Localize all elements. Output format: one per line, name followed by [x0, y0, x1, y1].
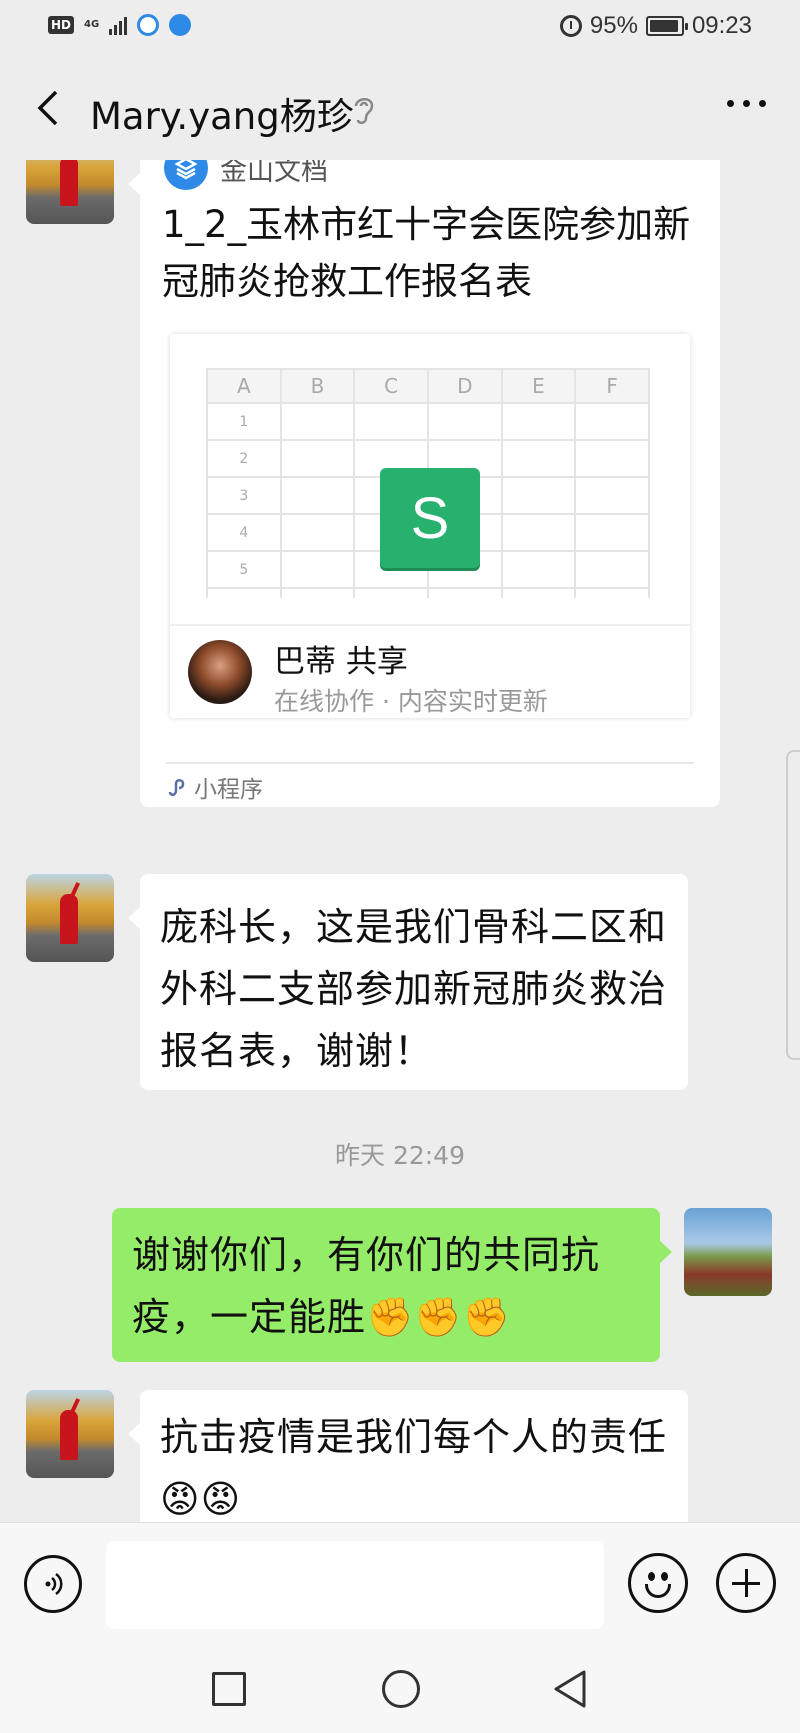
kdocs-logo-icon — [164, 160, 208, 190]
chat-title[interactable]: Mary.yang杨珍 — [90, 86, 354, 140]
more-dot — [727, 100, 734, 107]
signal-icon — [109, 15, 128, 35]
sheet-row-number: 1 — [206, 402, 282, 441]
kdocs-glyph — [174, 160, 198, 180]
sheet-col-header: F — [574, 368, 650, 404]
status-bar: HD 4G 95% 09:23 — [0, 0, 800, 56]
message-text: 庞科长，这是我们骨科二区和外科二支部参加新冠肺炎救治报名表，谢谢！ — [160, 905, 668, 1073]
contact-avatar[interactable] — [26, 1390, 114, 1478]
emoji-icon-eye — [661, 1572, 668, 1581]
sharer-name: 巴蒂 共享 — [274, 644, 408, 680]
sheet-row-number: 2 — [206, 439, 282, 478]
message-bubble-self[interactable]: 谢谢你们，有你们的共同抗疫，一定能胜✊✊✊ — [112, 1208, 672, 1362]
timestamp: 昨天 22:49 — [335, 1141, 465, 1170]
voice-button[interactable] — [24, 1555, 82, 1613]
sheet-row-number: 4 — [206, 513, 282, 552]
chevron-left-icon — [37, 90, 58, 126]
system-nav-bar — [0, 1644, 800, 1733]
mini-program-title: 1_2_玉林市红十字会医院参加新冠肺炎抢救工作报名表 — [162, 203, 691, 303]
self-avatar[interactable] — [684, 1208, 772, 1296]
clock: 09:23 — [691, 12, 752, 39]
divider — [166, 762, 694, 764]
sheets-logo-letter: S — [410, 485, 450, 551]
message-bubble[interactable]: 庞科长，这是我们骨科二区和外科二支部参加新冠肺炎救治报名表，谢谢！ — [128, 874, 688, 1090]
document-preview[interactable]: A B C D E F 1 2 3 4 5 6 S — [170, 334, 690, 718]
emoji-icon-eye — [648, 1572, 655, 1581]
sheet-row: 1 — [206, 402, 650, 441]
battery-percent: 95% — [589, 12, 638, 39]
sheet-col-header: C — [353, 368, 429, 404]
recent-apps-button[interactable] — [212, 1672, 246, 1706]
sheet-row-number: 6 — [206, 587, 282, 598]
back-button[interactable] — [24, 84, 72, 132]
status-left: HD 4G — [48, 14, 192, 36]
more-dot — [743, 100, 750, 107]
voice-icon — [45, 1572, 63, 1596]
avatar-figure — [60, 894, 78, 944]
emoji-button[interactable] — [628, 1553, 688, 1613]
sheet-row-number: 5 — [206, 550, 282, 589]
message-text: 抗击疫情是我们每个人的责任😡😡 — [160, 1415, 668, 1521]
sheet-col-header: A — [206, 368, 282, 404]
mini-program-source: 金山文档 — [220, 160, 328, 187]
sheet-row: 6 — [206, 587, 650, 598]
sheet-col-header: E — [500, 368, 577, 404]
network-type: 4G — [84, 19, 100, 30]
sheet-row-number: 3 — [206, 476, 282, 515]
battery-icon — [645, 16, 688, 36]
contact-avatar[interactable] — [26, 160, 114, 224]
mini-program-label: 小程序 — [194, 777, 263, 803]
ear-icon — [354, 98, 374, 124]
sheets-app-icon: S — [380, 468, 480, 568]
more-dot — [759, 100, 766, 107]
sheet-header-row: A B C D E F — [206, 368, 650, 404]
nav-back-icon[interactable] — [550, 1668, 590, 1710]
message-bubble[interactable]: 抗击疫情是我们每个人的责任😡😡 — [128, 1390, 688, 1522]
alarm-icon — [559, 15, 582, 37]
more-button[interactable] — [727, 100, 766, 107]
chat-messages[interactable]: 金山文档 1_2_玉林市红十字会医院参加新冠肺炎抢救工作报名表 A B C D … — [0, 160, 800, 1522]
avatar-figure — [60, 1410, 78, 1460]
mini-program-header: 金山文档 — [164, 160, 328, 190]
message-input[interactable] — [106, 1541, 604, 1629]
status-right: 95% 09:23 — [559, 12, 752, 40]
scrollbar[interactable] — [786, 750, 800, 1060]
emoji-icon-mouth — [645, 1584, 671, 1598]
mini-program-footer: 小程序 — [166, 770, 263, 804]
chat-header: Mary.yang杨珍 — [0, 56, 800, 160]
plus-button[interactable] — [716, 1553, 776, 1613]
hd-badge: HD — [48, 16, 75, 34]
mini-program-icon — [168, 779, 185, 796]
avatar-figure — [60, 160, 78, 206]
notification-app-icon-2 — [169, 14, 192, 36]
mini-program-card[interactable]: 金山文档 1_2_玉林市红十字会医院参加新冠肺炎抢救工作报名表 A B C D … — [128, 160, 720, 807]
notification-app-icon — [137, 14, 160, 36]
home-button[interactable] — [382, 1670, 420, 1708]
sheet-col-header: D — [426, 368, 503, 404]
contact-avatar[interactable] — [26, 874, 114, 962]
message-text: 谢谢你们，有你们的共同抗疫，一定能胜✊✊✊ — [132, 1233, 601, 1339]
battery-fill — [649, 20, 679, 32]
sharer-avatar — [188, 640, 252, 704]
input-bar — [0, 1522, 800, 1644]
share-description: 在线协作 · 内容实时更新 — [274, 687, 548, 716]
share-info: 巴蒂 共享 在线协作 · 内容实时更新 — [170, 624, 690, 718]
sheet-col-header: B — [279, 368, 356, 404]
